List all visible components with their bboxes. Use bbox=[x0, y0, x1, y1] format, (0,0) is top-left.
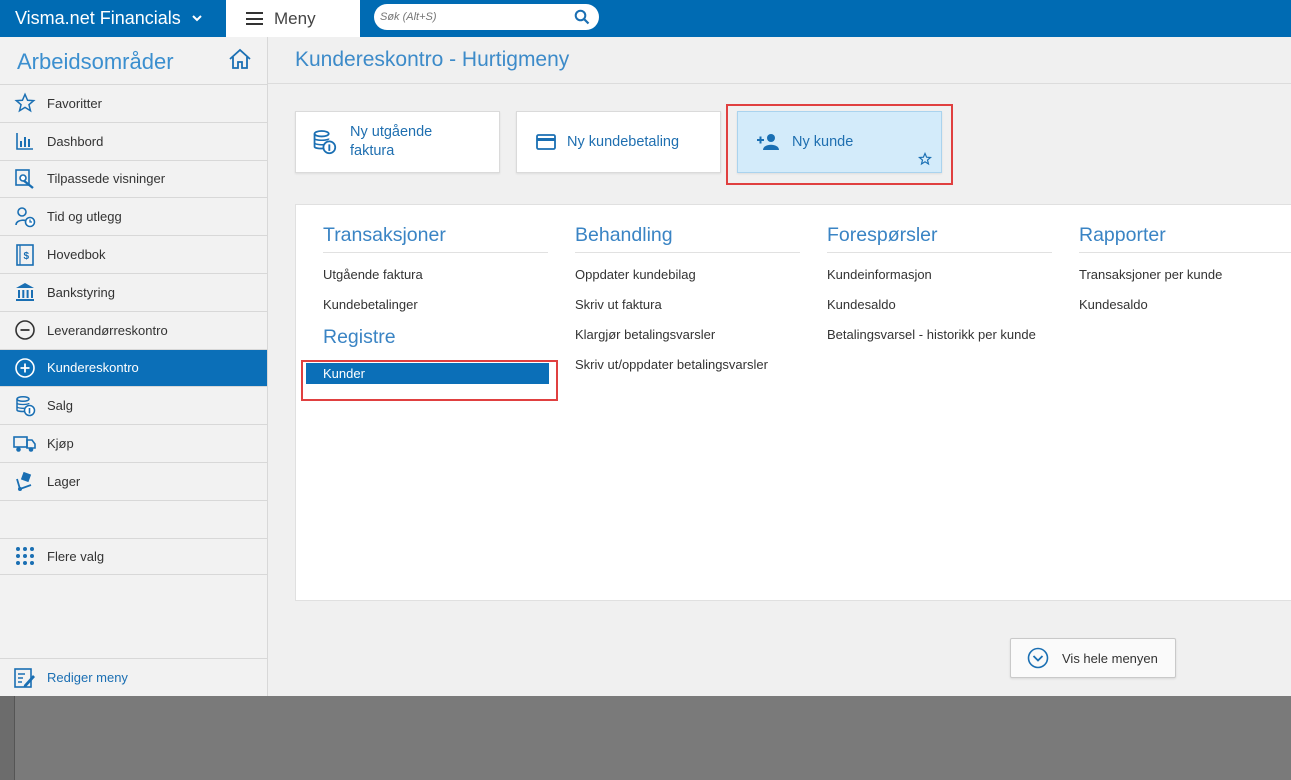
background-overlay bbox=[0, 696, 15, 780]
star-icon bbox=[13, 91, 37, 115]
sidebar-item-flere-valg[interactable]: Flere valg bbox=[0, 537, 267, 576]
link-kundesaldo-rapport[interactable]: Kundesaldo bbox=[1079, 296, 1291, 326]
sidebar-item-favoritter[interactable]: Favoritter bbox=[0, 84, 267, 122]
heading-foresporsler: Forespørsler bbox=[827, 224, 1052, 253]
link-oppdater-kundebilag[interactable]: Oppdater kundebilag bbox=[575, 266, 800, 296]
link-kundesaldo[interactable]: Kundesaldo bbox=[827, 296, 1052, 326]
menu-panel: Transaksjoner Utgående faktura Kundebeta… bbox=[295, 204, 1291, 601]
sidebar-item-kundereskontro[interactable]: Kundereskontro bbox=[0, 348, 267, 387]
sidebar-list: Favoritter Dashbord Tilpassede visninger… bbox=[0, 84, 267, 576]
tile-label: Ny kundebetaling bbox=[567, 134, 680, 150]
search-icon[interactable] bbox=[574, 9, 590, 25]
sidebar-item-label: Flere valg bbox=[47, 548, 105, 564]
tile-label-line1: Ny utgående bbox=[350, 124, 433, 140]
link-kundebetalinger[interactable]: Kundebetalinger bbox=[323, 296, 548, 326]
bar-chart-icon bbox=[13, 129, 37, 153]
tile-label-line2: faktura bbox=[350, 143, 395, 159]
tile-ny-kundebetaling[interactable]: Ny kundebetaling bbox=[516, 111, 721, 173]
heading-transaksjoner: Transaksjoner bbox=[323, 224, 548, 253]
sidebar-item-tilpassede-visninger[interactable]: Tilpassede visninger bbox=[0, 159, 267, 198]
highlight-box-ny-kunde bbox=[726, 104, 953, 185]
sidebar-item-kjop[interactable]: Kjøp bbox=[0, 424, 267, 462]
top-bar: Visma.net Financials Meny bbox=[0, 0, 1291, 37]
column-rapporter: Rapporter Transaksjoner per kunde Kundes… bbox=[1079, 224, 1291, 326]
sidebar-item-label: Tid og utlegg bbox=[47, 209, 122, 225]
link-transaksjoner-per-kunde[interactable]: Transaksjoner per kunde bbox=[1079, 266, 1291, 296]
sidebar-item-lager[interactable]: Lager bbox=[0, 461, 267, 500]
menu-tab[interactable]: Meny bbox=[226, 0, 360, 37]
svg-text:$: $ bbox=[24, 251, 30, 262]
heading-rapporter: Rapporter bbox=[1079, 224, 1291, 253]
edit-menu-link[interactable]: Rediger meny bbox=[0, 658, 267, 696]
minus-circle-icon bbox=[13, 318, 37, 342]
chevron-down-icon bbox=[192, 15, 202, 22]
link-betalingsvarsel-historikk[interactable]: Betalingsvarsel - historikk per kunde bbox=[827, 326, 1052, 356]
heading-registre: Registre bbox=[323, 326, 396, 348]
sidebar-item-label: Lager bbox=[47, 473, 81, 489]
sidebar-item-label: Salg bbox=[47, 398, 74, 414]
hamburger-icon bbox=[246, 12, 263, 25]
background-divider bbox=[14, 696, 15, 780]
sidebar-item-label: Tilpassede visninger bbox=[47, 171, 166, 187]
search-box[interactable] bbox=[374, 4, 599, 30]
coins-icon bbox=[310, 128, 338, 156]
edit-list-icon bbox=[13, 666, 37, 690]
main-content: Kundereskontro - Hurtigmeny Ny utgående f… bbox=[268, 37, 1291, 696]
tile-ny-utgaende-faktura[interactable]: Ny utgående faktura bbox=[295, 111, 500, 173]
show-full-menu-label: Vis hele menyen bbox=[1062, 650, 1158, 666]
sidebar-item-hovedbok[interactable]: $ Hovedbok bbox=[0, 235, 267, 273]
truck-icon bbox=[13, 432, 37, 456]
grid-dots-icon bbox=[13, 544, 37, 568]
sidebar-item-dashbord[interactable]: Dashbord bbox=[0, 121, 267, 160]
sidebar-item-leverandorreskontro[interactable]: Leverandørreskontro bbox=[0, 310, 267, 349]
brand-name: Visma.net Financials bbox=[15, 8, 181, 28]
person-clock-icon bbox=[13, 205, 37, 229]
custom-view-icon bbox=[13, 167, 37, 191]
link-skriv-ut-oppdater-betalingsvarsler[interactable]: Skriv ut/oppdater betalingsvarsler bbox=[575, 356, 800, 386]
sidebar-item-label: Kundereskontro bbox=[47, 360, 139, 376]
title-divider bbox=[268, 83, 1291, 84]
sidebar-item-label: Leverandørreskontro bbox=[47, 322, 168, 338]
sidebar-title: Arbeidsområder bbox=[17, 49, 174, 74]
plus-circle-icon bbox=[13, 356, 37, 380]
column-behandling: Behandling Oppdater kundebilag Skriv ut … bbox=[575, 224, 800, 386]
sidebar-item-bankstyring[interactable]: Bankstyring bbox=[0, 272, 267, 311]
sidebar-item-salg[interactable]: Salg bbox=[0, 386, 267, 424]
ledger-icon: $ bbox=[13, 243, 37, 267]
coins-icon bbox=[13, 394, 37, 418]
highlight-box-kunder bbox=[301, 360, 558, 401]
sidebar-item-label: Hovedbok bbox=[47, 247, 106, 263]
credit-card-icon bbox=[535, 128, 557, 156]
search-input[interactable] bbox=[380, 7, 570, 27]
heading-behandling: Behandling bbox=[575, 224, 800, 253]
menu-tab-label: Meny bbox=[274, 8, 316, 28]
show-full-menu-button[interactable]: Vis hele menyen bbox=[1010, 638, 1176, 678]
sidebar-item-label: Dashbord bbox=[47, 133, 104, 149]
sidebar: Arbeidsområder Favoritter Dashbord Tilpa… bbox=[0, 37, 268, 696]
edit-menu-label: Rediger meny bbox=[47, 670, 128, 685]
sidebar-item-label: Kjøp bbox=[47, 436, 74, 452]
hand-truck-icon bbox=[13, 469, 37, 493]
page-title: Kundereskontro - Hurtigmeny bbox=[295, 48, 570, 71]
link-utgaende-faktura[interactable]: Utgående faktura bbox=[323, 266, 548, 296]
sidebar-item-label: Bankstyring bbox=[47, 284, 115, 300]
link-kundeinformasjon[interactable]: Kundeinformasjon bbox=[827, 266, 1052, 296]
tile-label: Ny utgående faktura bbox=[350, 123, 432, 161]
sidebar-item-label: Favoritter bbox=[47, 95, 102, 111]
sidebar-item-tid-og-utlegg[interactable]: Tid og utlegg bbox=[0, 197, 267, 235]
column-foresporsler: Forespørsler Kundeinformasjon Kundesaldo… bbox=[827, 224, 1052, 356]
sidebar-spacer bbox=[0, 499, 267, 538]
bank-icon bbox=[13, 280, 37, 304]
link-klargjor-betalingsvarsler[interactable]: Klargjør betalingsvarsler bbox=[575, 326, 800, 356]
chevron-down-circle-icon bbox=[1027, 647, 1049, 669]
company-switcher[interactable]: Visma.net Financials bbox=[0, 0, 226, 37]
home-icon[interactable] bbox=[228, 47, 252, 71]
link-skriv-ut-faktura[interactable]: Skriv ut faktura bbox=[575, 296, 800, 326]
